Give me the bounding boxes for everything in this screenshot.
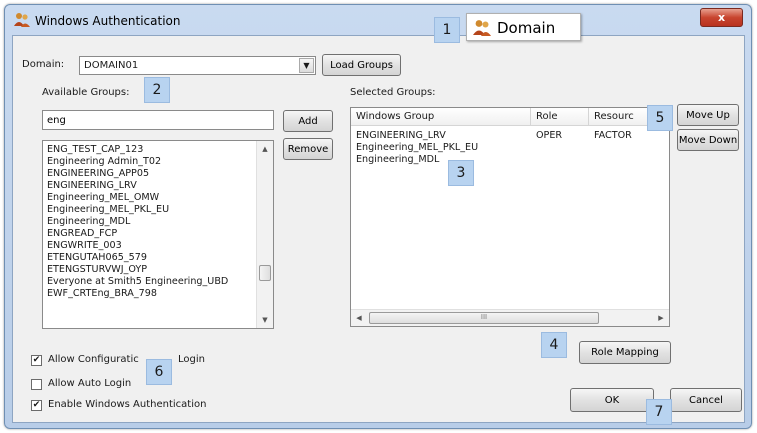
list-item[interactable]: ENG_TEST_CAP_123 xyxy=(47,144,228,156)
ok-button[interactable]: OK xyxy=(570,388,654,412)
window-title: Windows Authentication xyxy=(35,14,181,28)
allow-auto-login-label: Allow Auto Login xyxy=(48,378,132,389)
list-item[interactable]: Engineering_MEL_PKL_EU xyxy=(47,204,228,216)
dropdown-arrow-icon[interactable]: ▼ xyxy=(299,58,314,73)
domain-select[interactable]: DOMAIN01 ▼ xyxy=(79,56,316,75)
column-windows-group[interactable]: Windows Group xyxy=(351,108,531,126)
enable-windows-auth-option[interactable]: ✔ Enable Windows Authentication xyxy=(31,399,261,413)
callout-badge-3: 3 xyxy=(448,160,474,186)
row1-resource: FACTOR xyxy=(594,130,632,141)
row1-group[interactable]: ENGINEERING_LRV xyxy=(356,130,446,141)
move-down-button[interactable]: Move Down xyxy=(677,129,739,151)
list-item[interactable]: ENGREAD_FCP xyxy=(47,228,228,240)
allow-configuration-login-label: Allow Configuratic xyxy=(48,354,139,365)
selected-groups-list[interactable]: Windows Group Role Resourc ENGINEERING_L… xyxy=(350,107,670,327)
cancel-button[interactable]: Cancel xyxy=(670,388,742,412)
list-item[interactable]: ENGWRITE_003 xyxy=(47,240,228,252)
callout-badge-1: 1 xyxy=(434,17,460,43)
allow-configuration-login-label-tail: Login xyxy=(178,354,205,365)
domain-label: Domain: xyxy=(22,59,65,70)
list-item[interactable]: Everyone at Smith5 Engineering_UBD xyxy=(47,276,228,288)
column-role[interactable]: Role xyxy=(531,108,589,126)
selected-groups-header: Windows Group Role Resourc xyxy=(351,108,669,126)
scroll-thumb[interactable] xyxy=(259,265,271,281)
scroll-up-icon[interactable]: ▲ xyxy=(257,141,273,157)
callout-badge-2: 2 xyxy=(144,77,170,103)
enable-windows-auth-checkbox[interactable]: ✔ xyxy=(31,400,42,411)
list-item[interactable]: Engineering Admin_T02 xyxy=(47,156,228,168)
title-bar[interactable]: Windows Authentication x xyxy=(5,5,751,35)
list-item[interactable]: ENGINEERING_LRV xyxy=(47,180,228,192)
available-groups-items: ENG_TEST_CAP_123 Engineering Admin_T02 ENG… xyxy=(47,144,228,300)
callout-badge-5: 5 xyxy=(647,105,673,131)
domain-callout-text: Domain xyxy=(497,19,556,37)
allow-configuration-login-option[interactable]: ✔ Allow Configuratic Login xyxy=(31,354,241,368)
selected-groups-label: Selected Groups: xyxy=(350,87,436,98)
dialog-body: Domain: DOMAIN01 ▼ Load Groups Available… xyxy=(12,35,745,423)
role-mapping-button[interactable]: Role Mapping xyxy=(579,341,671,364)
dialog-window: Windows Authentication x Domain: DOMAIN0… xyxy=(4,4,752,429)
callout-badge-6: 6 xyxy=(146,359,172,385)
list-item[interactable]: EWF_CRTEng_BRA_798 xyxy=(47,288,228,300)
selected-groups-hscrollbar[interactable]: ◀ III ▶ xyxy=(351,309,669,326)
enable-windows-auth-label: Enable Windows Authentication xyxy=(48,399,207,410)
group-filter-input[interactable] xyxy=(42,110,274,130)
load-groups-button[interactable]: Load Groups xyxy=(322,54,401,76)
list-item[interactable]: Engineering_MDL xyxy=(47,216,228,228)
scroll-right-icon[interactable]: ▶ xyxy=(653,310,669,326)
move-up-button[interactable]: Move Up xyxy=(677,104,739,126)
group-filter-field[interactable] xyxy=(43,111,273,129)
allow-auto-login-checkbox[interactable] xyxy=(31,379,42,390)
list-item[interactable]: ENGINEERING_APP05 xyxy=(47,168,228,180)
allow-configuration-login-checkbox[interactable]: ✔ xyxy=(31,355,42,366)
row1-role: OPER xyxy=(536,130,563,141)
remove-button[interactable]: Remove xyxy=(283,138,333,160)
close-button[interactable]: x xyxy=(700,8,743,27)
domain-callout: Domain xyxy=(466,13,581,41)
users-key-icon xyxy=(473,20,491,36)
callout-badge-7: 7 xyxy=(646,399,672,425)
domain-value: DOMAIN01 xyxy=(84,60,139,71)
list-item[interactable]: ETENGSTURVWJ_OYP xyxy=(47,264,228,276)
available-groups-list[interactable]: ENG_TEST_CAP_123 Engineering Admin_T02 ENG… xyxy=(42,140,274,329)
row3-group[interactable]: Engineering_MDL xyxy=(356,154,439,165)
hscroll-thumb[interactable]: III xyxy=(369,312,599,324)
scroll-down-icon[interactable]: ▼ xyxy=(257,312,273,328)
add-button[interactable]: Add xyxy=(283,110,333,132)
available-groups-scrollbar[interactable]: ▲ ▼ xyxy=(256,141,273,328)
users-key-icon xyxy=(14,13,30,27)
list-item[interactable]: Engineering_MEL_OMW xyxy=(47,192,228,204)
available-groups-label: Available Groups: xyxy=(42,87,130,98)
callout-badge-4: 4 xyxy=(541,332,567,358)
scroll-left-icon[interactable]: ◀ xyxy=(351,310,367,326)
row2-group[interactable]: Engineering_MEL_PKL_EU xyxy=(356,142,478,153)
list-item[interactable]: ETENGUTAH065_579 xyxy=(47,252,228,264)
